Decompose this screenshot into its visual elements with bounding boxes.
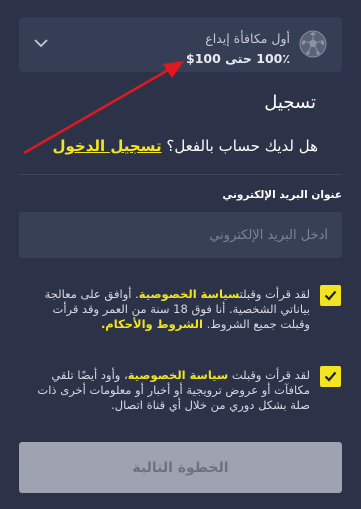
chevron-down-icon[interactable] bbox=[33, 37, 49, 49]
consent2-text-a: لقد قرأت وقبلت bbox=[231, 368, 310, 382]
consent-text-2: لقد قرأت وقبلت سياسة الخصوصية، وأود أيضً… bbox=[24, 368, 310, 413]
email-field[interactable] bbox=[19, 212, 342, 258]
email-label: عنوان البريد الإلكتروني bbox=[222, 189, 342, 201]
next-step-button[interactable]: الخطوة التالية bbox=[19, 442, 342, 493]
privacy-policy-link-2[interactable]: سياسة الخصوصية bbox=[128, 368, 228, 382]
check-icon bbox=[324, 371, 337, 382]
divider bbox=[19, 174, 342, 175]
terms-link[interactable]: الشروط والأحكام. bbox=[101, 317, 203, 331]
marketing-consent-checkbox[interactable] bbox=[320, 366, 341, 387]
privacy-terms-checkbox[interactable] bbox=[320, 285, 341, 306]
check-icon bbox=[324, 290, 337, 301]
soccer-ball-icon bbox=[299, 30, 327, 58]
bonus-amount: 100٪ حتى 100$ bbox=[186, 51, 290, 66]
consent-text-1: لقد قرأت وقبلتسياسة الخصوصية. أوافق على … bbox=[24, 287, 310, 332]
bonus-selector[interactable]: أول مكافأة إيداع 100٪ حتى 100$ bbox=[19, 17, 342, 72]
login-link[interactable]: تسجيل الدخول bbox=[52, 137, 161, 155]
consent1-text-a: لقد قرأت وقبلت bbox=[239, 287, 310, 301]
bonus-title: أول مكافأة إيداع bbox=[205, 31, 290, 46]
privacy-policy-link[interactable]: سياسة الخصوصية bbox=[139, 287, 240, 301]
page-title: تسجيل bbox=[264, 92, 316, 113]
have-account-text: هل لديك حساب بالفعل؟ تسجيل الدخول bbox=[52, 137, 318, 155]
have-account-label: هل لديك حساب بالفعل؟ bbox=[166, 137, 318, 155]
